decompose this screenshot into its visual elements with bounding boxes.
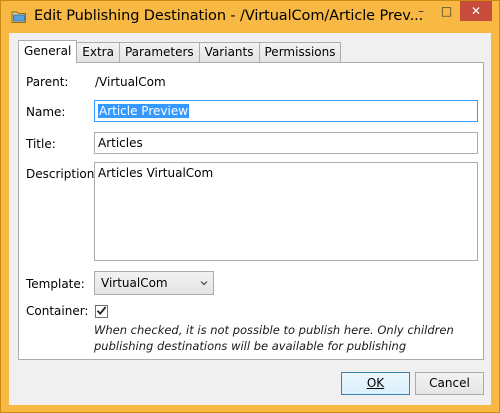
- container-label: Container:: [26, 304, 89, 318]
- name-field[interactable]: Article Preview: [94, 100, 478, 122]
- close-icon[interactable]: ✕: [460, 1, 492, 21]
- container-checkbox[interactable]: [95, 305, 108, 318]
- name-label: Name:: [26, 105, 66, 119]
- parent-value: /VirtualCom: [95, 75, 166, 89]
- window-title: Edit Publishing Destination - /VirtualCo…: [34, 8, 424, 24]
- template-label: Template:: [26, 277, 85, 291]
- name-field-text: Article Preview: [98, 104, 190, 118]
- ok-button-label: OK: [366, 376, 385, 390]
- tab-variants[interactable]: Variants: [198, 42, 260, 63]
- description-textarea[interactable]: Articles VirtualCom: [94, 162, 478, 261]
- container-hint: When checked, it is not possible to publ…: [94, 323, 454, 353]
- dialog-window: Edit Publishing Destination - /VirtualCo…: [0, 0, 500, 413]
- general-panel: Parent: /VirtualCom Name: Article Previe…: [18, 62, 484, 360]
- tab-strip: General Extra Parameters Variants Permis…: [18, 40, 342, 63]
- title-bar[interactable]: Edit Publishing Destination - /VirtualCo…: [1, 1, 499, 33]
- parent-label: Parent:: [26, 75, 69, 89]
- dialog-client-area: General Extra Parameters Variants Permis…: [9, 33, 491, 405]
- chevron-down-icon: [200, 276, 208, 292]
- ok-button[interactable]: OK: [341, 372, 410, 395]
- description-label: Description:: [26, 167, 99, 181]
- tab-permissions[interactable]: Permissions: [258, 42, 342, 63]
- minimize-icon[interactable]: –: [408, 1, 434, 21]
- cancel-button[interactable]: Cancel: [415, 372, 484, 395]
- maximize-icon[interactable]: □: [434, 1, 459, 21]
- tab-parameters[interactable]: Parameters: [118, 42, 200, 63]
- template-select[interactable]: VirtualCom: [94, 271, 214, 295]
- tab-extra[interactable]: Extra: [76, 42, 120, 63]
- title-field[interactable]: Articles: [94, 132, 478, 154]
- folder-icon: [11, 10, 27, 24]
- title-label: Title:: [26, 137, 56, 151]
- tab-general[interactable]: General: [18, 40, 78, 63]
- template-select-value: VirtualCom: [101, 276, 168, 290]
- button-bar: OK Cancel: [9, 360, 491, 405]
- checkmark-icon: [96, 305, 107, 319]
